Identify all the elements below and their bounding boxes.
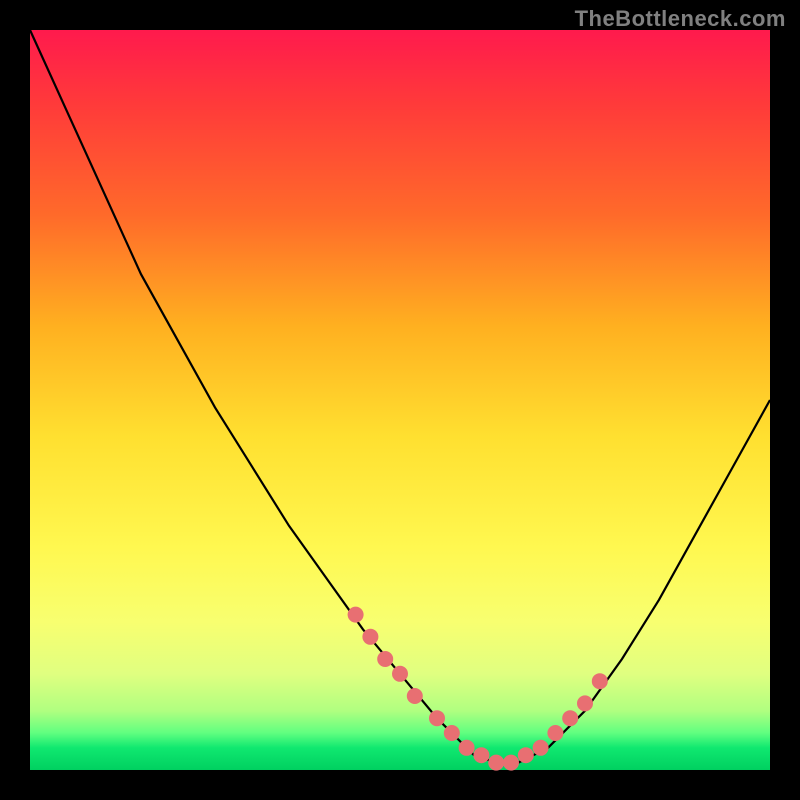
highlight-markers xyxy=(348,607,608,771)
marker-point xyxy=(592,673,608,689)
marker-point xyxy=(562,710,578,726)
marker-point xyxy=(429,710,445,726)
marker-point xyxy=(473,747,489,763)
marker-point xyxy=(444,725,460,741)
marker-point xyxy=(533,740,549,756)
marker-point xyxy=(488,755,504,771)
marker-point xyxy=(348,607,364,623)
bottleneck-curve xyxy=(30,30,770,763)
watermark-text: TheBottleneck.com xyxy=(575,6,786,32)
marker-point xyxy=(392,666,408,682)
marker-point xyxy=(362,629,378,645)
marker-point xyxy=(377,651,393,667)
chart-svg xyxy=(30,30,770,770)
marker-point xyxy=(577,695,593,711)
marker-point xyxy=(459,740,475,756)
marker-point xyxy=(547,725,563,741)
chart-container: TheBottleneck.com xyxy=(0,0,800,800)
plot-area xyxy=(30,30,770,770)
marker-point xyxy=(518,747,534,763)
marker-point xyxy=(407,688,423,704)
marker-point xyxy=(503,755,519,771)
